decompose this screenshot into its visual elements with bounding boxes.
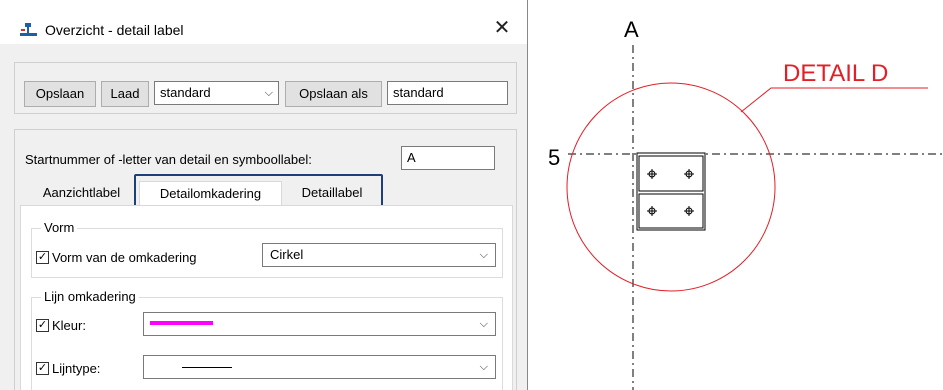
kleur-swatch	[150, 321, 213, 325]
dialog-title: Overzicht - detail label	[45, 22, 184, 38]
detail-part	[636, 152, 706, 231]
lijn-group-title: Lijn omkadering	[41, 289, 139, 304]
axis-number: 5	[548, 145, 560, 170]
checkmark-icon: ✓	[37, 251, 48, 263]
start-number-input[interactable]: A	[401, 146, 495, 170]
detail-label-dialog: Overzicht - detail label ✕ Opslaan Laad …	[0, 0, 528, 390]
save-button[interactable]: Opslaan	[24, 81, 96, 107]
kleur-label: Kleur:	[52, 318, 86, 333]
axis-letter: A	[624, 17, 639, 42]
save-as-button[interactable]: Opslaan als	[285, 81, 382, 107]
chevron-down-icon: ⌵	[264, 87, 273, 99]
start-number-label: Startnummer of -letter van detail en sym…	[25, 152, 312, 167]
title-bar: Overzicht - detail label ✕	[0, 0, 527, 44]
checkmark-icon: ✓	[37, 319, 48, 331]
vorm-checkbox-label: Vorm van de omkadering	[52, 250, 197, 265]
lijntype-select[interactable]: ⌵	[143, 355, 496, 379]
vorm-select-value: Cirkel	[270, 247, 304, 262]
vorm-group-title: Vorm	[41, 220, 78, 235]
lijntype-checkbox[interactable]: ✓	[36, 362, 49, 375]
app-icon	[20, 23, 37, 36]
kleur-select[interactable]: ⌵	[143, 312, 496, 336]
detail-drawing: A 5 DETAIL D	[548, 17, 943, 390]
chevron-down-icon: ⌵	[479, 361, 488, 373]
preset-value: standard	[160, 85, 211, 100]
detail-leader-line	[740, 87, 928, 113]
close-icon: ✕	[493, 17, 511, 39]
checkmark-icon: ✓	[37, 362, 48, 374]
vorm-select[interactable]: Cirkel ⌵	[262, 243, 496, 267]
preset-combo[interactable]: standard ⌵	[154, 81, 279, 105]
close-button[interactable]: ✕	[487, 15, 517, 41]
chevron-down-icon: ⌵	[479, 318, 488, 330]
line-type-sample	[182, 367, 232, 368]
tab-aanzichtlabel[interactable]: Aanzichtlabel	[29, 183, 134, 203]
save-as-input[interactable]: standard	[387, 81, 508, 105]
detail-label: DETAIL D	[783, 60, 888, 87]
load-button[interactable]: Laad	[101, 81, 149, 107]
kleur-checkbox[interactable]: ✓	[36, 319, 49, 332]
chevron-down-icon: ⌵	[479, 249, 488, 261]
vorm-checkbox[interactable]: ✓	[36, 251, 49, 264]
lijntype-label: Lijntype:	[52, 361, 101, 376]
